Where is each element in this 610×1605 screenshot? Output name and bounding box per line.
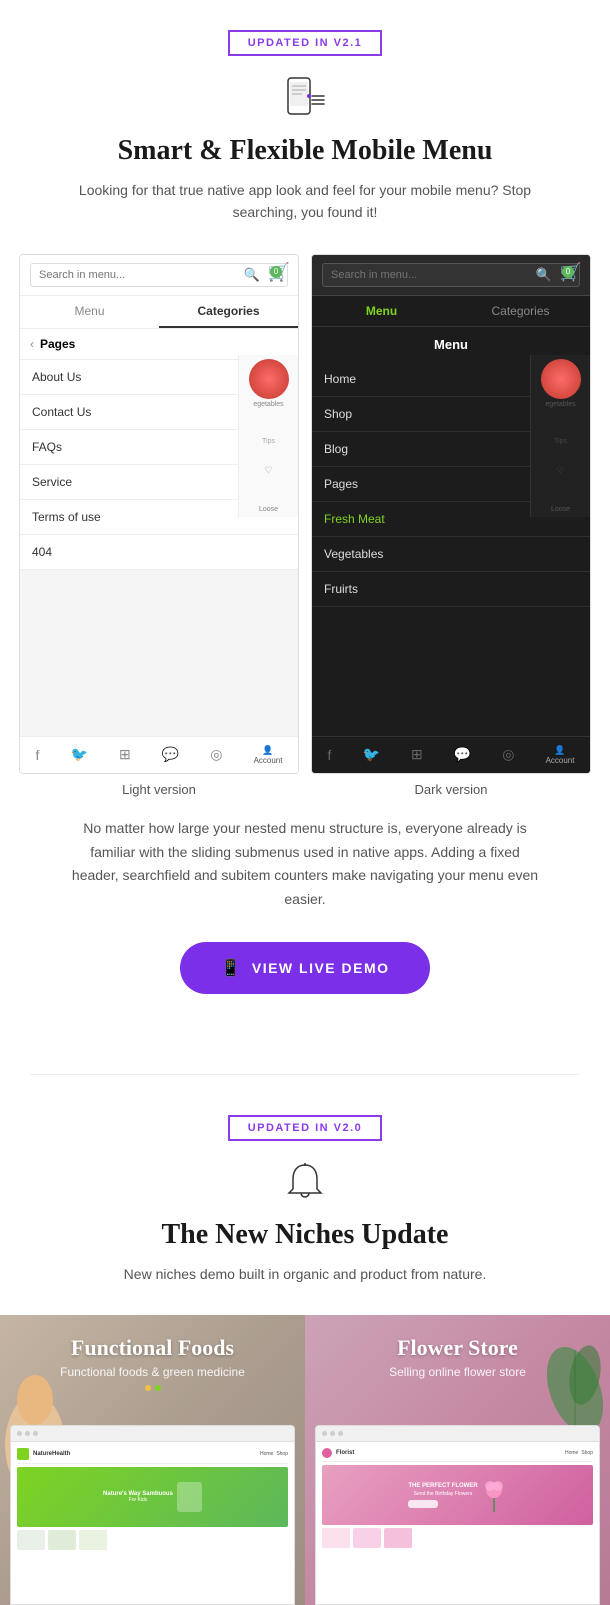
light-phone-inner: 🔍 🛒 0 Menu Categories ‹ Pages xyxy=(20,255,298,773)
foods-screenshot-content: NatureHealth Home Shop Nature's Way Samb… xyxy=(11,1442,294,1556)
light-bottom-nav: f 🐦 ⊞ 💬 ◎ 👤 Account xyxy=(20,736,298,773)
flower-subtitle: Selling online flower store xyxy=(305,1365,610,1379)
section-mobile-menu: UPDATED IN V2.1 Smart & Flexible Mobile … xyxy=(0,0,610,1074)
light-menu-item-404[interactable]: 404 xyxy=(20,535,298,570)
flower-screenshot-nav: Florist Home Shop xyxy=(322,1448,593,1462)
section2-title: The New Niches Update xyxy=(20,1219,590,1251)
light-search-bar: 🔍 🛒 0 xyxy=(20,255,298,296)
dark-search-bar: 🔍 🛒 0 xyxy=(312,255,590,296)
dark-rss-icon: ⊞ xyxy=(411,746,423,763)
light-tab-menu[interactable]: Menu xyxy=(20,296,159,328)
dark-phone-inner: 🔍 🛒 0 Menu Categories Menu xyxy=(312,255,590,773)
dark-like-icon: ♡ xyxy=(535,465,586,476)
view-live-demo-button[interactable]: 📱 VIEW LIVE DEMO xyxy=(180,942,429,994)
dark-menu-item-vegetables[interactable]: Vegetables xyxy=(312,537,590,572)
flower-products-row xyxy=(322,1528,593,1548)
dark-cart: 🛒 0 xyxy=(560,262,582,283)
foods-screenshot: NatureHealth Home Shop Nature's Way Samb… xyxy=(10,1425,295,1605)
foods-logo xyxy=(17,1448,29,1460)
dark-tab-categories[interactable]: Categories xyxy=(451,296,590,326)
foods-screenshot-nav: NatureHealth Home Shop xyxy=(17,1448,288,1464)
dark-side-product: egetables Tips ♡ Loose xyxy=(530,355,590,517)
foods-subtitle: Functional foods & green medicine xyxy=(0,1365,305,1379)
light-phone-mockup: 🔍 🛒 0 Menu Categories ‹ Pages xyxy=(19,254,299,774)
f-dot-1 xyxy=(322,1431,327,1436)
rss-icon: ⊞ xyxy=(119,746,131,763)
flower-card[interactable]: Flower Store Selling online flower store… xyxy=(305,1315,610,1605)
bell-icon xyxy=(20,1161,590,1205)
flower-hero: THE PERFECT FLOWER Send the Birthday Flo… xyxy=(322,1465,593,1525)
dark-tabs: Menu Categories xyxy=(312,296,590,327)
dark-fb-icon: f xyxy=(328,747,332,763)
fb-icon: f xyxy=(36,747,40,763)
dark-phone-mockup: 🔍 🛒 0 Menu Categories Menu xyxy=(311,254,591,774)
light-search-icon: 🔍 xyxy=(244,267,260,283)
light-side-product: egetables Tips ♡ Loose xyxy=(238,355,298,517)
dark-phone-label: Dark version xyxy=(311,782,591,797)
foods-dot-2 xyxy=(155,1385,161,1391)
social-icon: ◎ xyxy=(210,746,222,763)
dark-account-icon[interactable]: 👤 Account xyxy=(546,745,575,765)
dark-menu-item-fruirts[interactable]: Fruirts xyxy=(312,572,590,607)
light-phone-label: Light version xyxy=(19,782,299,797)
dark-phone-wrap: 🔍 🛒 0 Menu Categories Menu xyxy=(311,254,591,797)
s-dot-3 xyxy=(33,1431,38,1436)
foods-hero: Nature's Way Sambuous For Kids xyxy=(17,1467,288,1527)
section1-subtitle: Looking for that true native app look an… xyxy=(55,179,555,224)
flower-card-content: Flower Store Selling online flower store xyxy=(305,1335,610,1379)
dark-bottom-nav: f 🐦 ⊞ 💬 ◎ 👤 Account xyxy=(312,736,590,773)
flower-screenshot-content: Florist Home Shop THE PERFECT FLOWER Sen… xyxy=(316,1442,599,1554)
s-dot-2 xyxy=(25,1431,30,1436)
flower-product-img xyxy=(482,1478,507,1513)
flower-screenshot: Florist Home Shop THE PERFECT FLOWER Sen… xyxy=(315,1425,600,1605)
foods-screenshot-bar xyxy=(11,1426,294,1442)
loose-label: Loose xyxy=(243,506,294,513)
whatsapp-icon: 💬 xyxy=(162,746,179,763)
f-dot-3 xyxy=(338,1431,343,1436)
dark-tab-menu[interactable]: Menu xyxy=(312,296,451,326)
foods-card-content: Functional Foods Functional foods & gree… xyxy=(0,1335,305,1391)
badge-v20: UPDATED IN V2.0 xyxy=(20,1115,590,1161)
foods-product-img xyxy=(177,1482,202,1512)
foods-dot-1 xyxy=(145,1385,151,1391)
f-dot-2 xyxy=(330,1431,335,1436)
twitter-icon: 🐦 xyxy=(70,746,87,763)
section1-description: No matter how large your nested menu str… xyxy=(45,817,565,912)
dark-twitter-icon: 🐦 xyxy=(362,746,379,763)
flower-btn xyxy=(408,1500,438,1508)
dark-search-icon: 🔍 xyxy=(536,267,552,283)
light-cart-badge: 0 xyxy=(270,266,282,278)
foods-products-row xyxy=(17,1530,288,1550)
store-cards: Functional Foods Functional foods & gree… xyxy=(0,1315,610,1605)
phones-row: 🔍 🛒 0 Menu Categories ‹ Pages xyxy=(20,254,590,797)
account-icon[interactable]: 👤 Account xyxy=(254,745,283,765)
back-arrow-icon: ‹ xyxy=(30,337,34,351)
section1-title: Smart & Flexible Mobile Menu xyxy=(20,135,590,167)
cta-label: VIEW LIVE DEMO xyxy=(252,960,390,976)
light-cart: 🛒 0 xyxy=(268,262,290,283)
foods-dots xyxy=(0,1385,305,1391)
mobile-menu-icon xyxy=(20,76,590,121)
badge-v21: UPDATED IN V2.1 xyxy=(20,30,590,76)
light-pages-label: Pages xyxy=(40,337,75,351)
dark-cart-badge: 0 xyxy=(562,266,574,278)
like-icon: ♡ xyxy=(243,465,294,476)
phone-icon: 📱 xyxy=(220,958,241,978)
dark-whatsapp-icon: 💬 xyxy=(454,746,471,763)
light-tab-categories[interactable]: Categories xyxy=(159,296,298,328)
light-phone-wrap: 🔍 🛒 0 Menu Categories ‹ Pages xyxy=(19,254,299,797)
flower-screenshot-bar xyxy=(316,1426,599,1442)
foods-card[interactable]: Functional Foods Functional foods & gree… xyxy=(0,1315,305,1605)
foods-title: Functional Foods xyxy=(0,1335,305,1361)
dark-social-icon: ◎ xyxy=(502,746,514,763)
light-tabs: Menu Categories xyxy=(20,296,298,329)
section2-subtitle: New niches demo built in organic and pro… xyxy=(55,1263,555,1285)
dark-loose-label: Loose xyxy=(535,506,586,513)
flower-logo xyxy=(322,1448,332,1458)
flower-title: Flower Store xyxy=(305,1335,610,1361)
section-niches: UPDATED IN V2.0 The New Niches Update Ne… xyxy=(0,1075,610,1285)
product-image xyxy=(249,359,289,399)
dark-product-image xyxy=(541,359,581,399)
s-dot-1 xyxy=(17,1431,22,1436)
